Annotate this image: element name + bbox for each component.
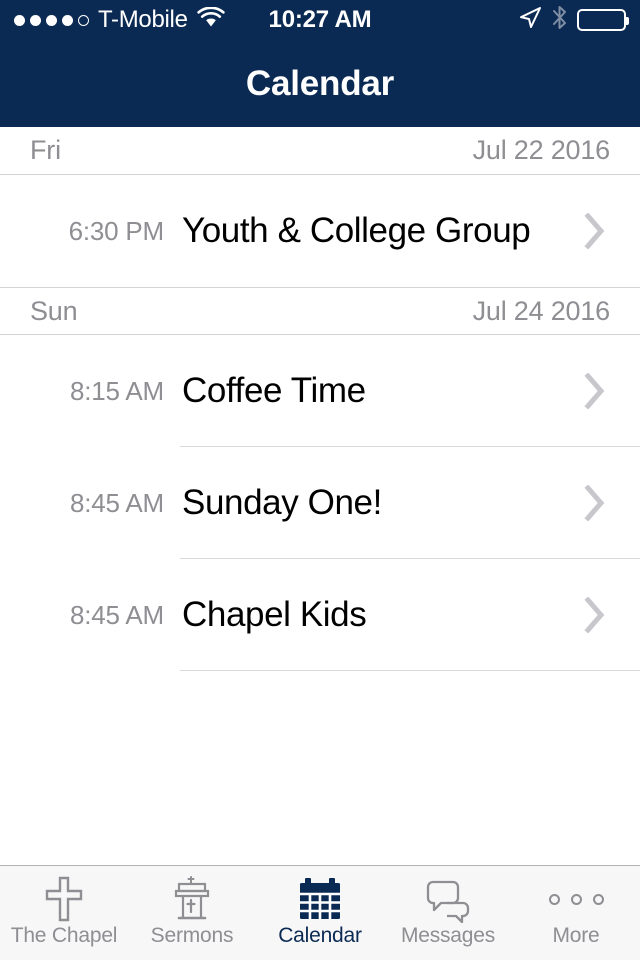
tab-label: Messages [400,924,496,947]
page-title: Calendar [245,63,395,103]
chevron-right-icon [584,597,640,633]
app-screen: T-Mobile 10:27 AM Calendar Fri Jul 22 20… [0,0,640,960]
cross-icon [43,875,85,923]
calendar-icon [297,875,343,923]
event-row[interactable]: 8:45 AM Sunday One! [0,447,640,559]
chat-bubbles-icon [423,875,473,923]
event-time: 8:45 AM [70,599,164,630]
event-row[interactable]: 6:30 PM Youth & College Group [0,175,640,287]
tab-label: Calendar [278,924,362,947]
tab-label: The Chapel [10,924,118,947]
ellipsis-icon [548,875,604,923]
tab-label: Sermons [150,924,234,947]
chevron-right-icon [584,485,640,521]
event-title: Coffee Time [182,371,366,410]
tab-messages[interactable]: Messages [384,866,512,960]
section-day-label: Sun [30,295,78,326]
calendar-event-list[interactable]: Fri Jul 22 2016 6:30 PM Youth & College … [0,127,640,865]
tab-label: More [552,924,600,947]
section-date-label: Jul 24 2016 [472,295,611,326]
tab-the-chapel[interactable]: The Chapel [0,866,128,960]
event-title: Sunday One! [182,483,382,522]
section-date-label: Jul 22 2016 [472,135,611,165]
event-title: Youth & College Group [182,211,531,250]
chevron-right-icon [584,373,640,409]
tab-calendar[interactable]: Calendar [256,866,384,960]
tab-more[interactable]: More [512,866,640,960]
event-time: 8:45 AM [70,487,164,518]
navigation-bar: Calendar [0,40,640,127]
status-bar-right [518,5,629,35]
event-row[interactable]: 8:15 AM Coffee Time [0,335,640,447]
carrier-label: T-Mobile [98,6,188,33]
tab-bar[interactable]: The Chapel Sermons Calendar Messages Mor… [0,865,640,960]
status-bar-left: T-Mobile [14,6,225,33]
section-header-date: Fri Jul 22 2016 [0,127,640,175]
wifi-icon [196,6,225,33]
event-row[interactable]: 8:45 AM Chapel Kids [0,559,640,671]
pulpit-icon [171,875,213,923]
event-title: Chapel Kids [182,595,367,634]
section-header-date: Sun Jul 24 2016 [0,287,640,335]
event-time: 6:30 PM [68,215,165,246]
chevron-right-icon [584,213,640,249]
bluetooth-icon [551,5,568,35]
battery-icon [577,9,629,31]
tab-sermons[interactable]: Sermons [128,866,256,960]
signal-strength-icon [14,14,89,26]
event-time: 8:15 AM [70,375,164,406]
section-day-label: Fri [30,135,61,165]
location-arrow-icon [518,6,542,35]
status-bar: T-Mobile 10:27 AM [0,0,640,40]
